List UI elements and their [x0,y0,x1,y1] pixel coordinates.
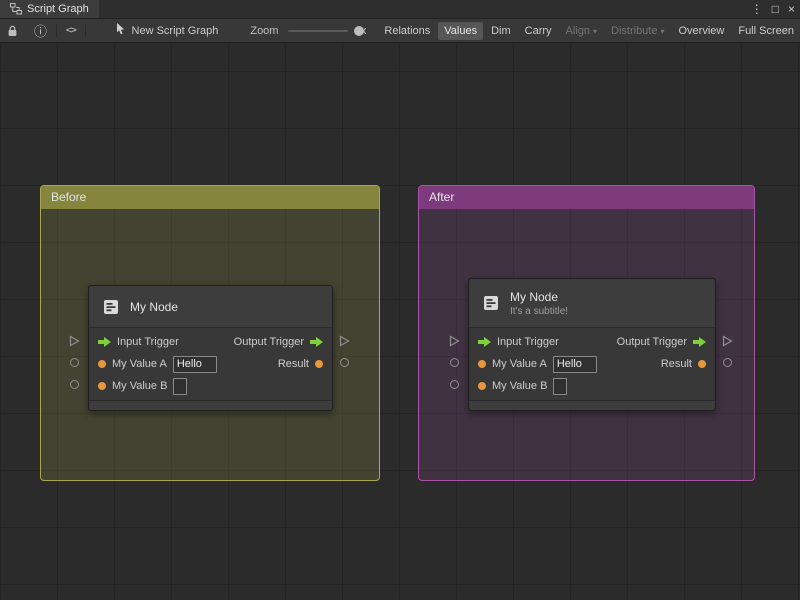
value-port-icon[interactable] [98,360,106,368]
external-value-port[interactable] [450,358,459,367]
chevron-down-icon: ▾ [660,27,665,36]
chevron-down-icon: ▾ [593,27,598,36]
value-a-label: My Value A [492,358,547,370]
result-label: Result [660,358,692,370]
values-button[interactable]: Values [438,21,484,40]
value-port-icon[interactable] [478,360,486,368]
node-body: Input Trigger Output Trigger My Value A … [89,328,332,400]
lock-icon[interactable] [4,22,21,40]
value-port-icon[interactable] [478,382,486,390]
node-footer [89,400,332,410]
align-button[interactable]: Align ▾ [560,22,603,40]
flow-in-port-icon[interactable] [478,337,491,347]
port-row-value-b: My Value B [89,375,332,397]
relations-button[interactable]: Relations [378,22,436,40]
new-script-graph-button[interactable]: New Script Graph [116,23,219,38]
port-row-value-a: My Value A Result [89,353,332,375]
info-icon[interactable]: ⓘ [31,22,50,40]
fullscreen-button[interactable]: Full Screen [732,22,800,40]
new-script-graph-label: New Script Graph [131,24,219,37]
overview-button[interactable]: Overview [673,22,731,40]
output-trigger-label: Output Trigger [233,336,304,348]
port-row-value-a: My Value A Result [469,353,715,375]
pointer-icon [116,23,126,38]
graph-canvas[interactable]: Before After My Node Input Trigger Outpu… [0,43,800,600]
external-flow-port[interactable] [339,335,350,347]
distribute-label: Distribute [611,24,658,37]
window-controls: ⋮ □ × [751,0,795,18]
node-header[interactable]: My Node It's a subtitle! [469,279,715,328]
value-b-label: My Value B [492,380,548,392]
tab-title: Script Graph [27,3,89,15]
zoom-slider-handle[interactable] [354,25,365,36]
external-value-port[interactable] [340,358,349,367]
maximize-icon[interactable]: □ [772,3,779,15]
value-b-input[interactable] [553,377,568,395]
value-b-label: My Value B [112,380,168,392]
code-icon[interactable]: <> [63,22,79,40]
value-b-input[interactable] [173,377,188,395]
close-icon[interactable]: × [788,3,795,15]
node-title: My Node [130,299,179,314]
value-a-label: My Value A [112,358,167,370]
toolbar-separator [84,24,86,37]
node-subtitle: It's a subtitle! [510,305,569,317]
graph-toolbar: ⓘ <> New Script Graph Zoom 1x Relations … [0,19,800,43]
align-label: Align [565,24,590,37]
tab-script-graph[interactable]: Script Graph [0,0,99,18]
node-my-node-after[interactable]: My Node It's a subtitle! Input Trigger O… [468,278,716,411]
value-a-input[interactable] [552,355,597,373]
port-row-trigger: Input Trigger Output Trigger [89,331,332,353]
unit-icon [481,293,501,313]
window-tab-bar: Script Graph ⋮ □ × [0,0,800,19]
output-trigger-label: Output Trigger [616,336,687,348]
flow-out-port-icon[interactable] [693,337,706,347]
menu-kebab-icon[interactable]: ⋮ [751,3,763,15]
input-trigger-label: Input Trigger [117,336,179,348]
external-flow-port[interactable] [449,335,460,347]
carry-button[interactable]: Carry [519,22,558,40]
external-value-port[interactable] [450,380,459,389]
flow-out-port-icon[interactable] [310,337,323,347]
node-footer [469,400,715,410]
group-after-header[interactable]: After [419,186,754,209]
external-flow-port[interactable] [722,335,733,347]
node-body: Input Trigger Output Trigger My Value A … [469,328,715,400]
node-title: My Node [510,289,559,304]
port-row-trigger: Input Trigger Output Trigger [469,331,715,353]
value-port-icon[interactable] [98,382,106,390]
zoom-slider[interactable] [288,24,365,38]
external-value-port[interactable] [70,380,79,389]
port-row-value-b: My Value B [469,375,715,397]
node-header[interactable]: My Node [89,286,332,328]
distribute-button[interactable]: Distribute ▾ [605,22,670,40]
node-my-node-before[interactable]: My Node Input Trigger Output Trigger My … [88,285,333,411]
zoom-slider-track[interactable] [288,29,348,32]
dim-button[interactable]: Dim [485,22,517,40]
script-graph-icon [10,3,22,15]
zoom-label: Zoom [250,24,279,37]
value-port-icon[interactable] [315,360,323,368]
unit-icon [101,297,121,317]
group-before-title: Before [51,190,87,204]
input-trigger-label: Input Trigger [497,336,559,348]
value-a-input[interactable] [172,355,217,373]
value-port-icon[interactable] [698,360,706,368]
external-flow-port[interactable] [69,335,80,347]
external-value-port[interactable] [723,358,732,367]
external-value-port[interactable] [70,358,79,367]
result-label: Result [277,358,309,370]
group-after-title: After [429,190,455,204]
toolbar-separator [56,24,57,37]
flow-in-port-icon[interactable] [98,337,111,347]
group-before-header[interactable]: Before [41,186,379,209]
